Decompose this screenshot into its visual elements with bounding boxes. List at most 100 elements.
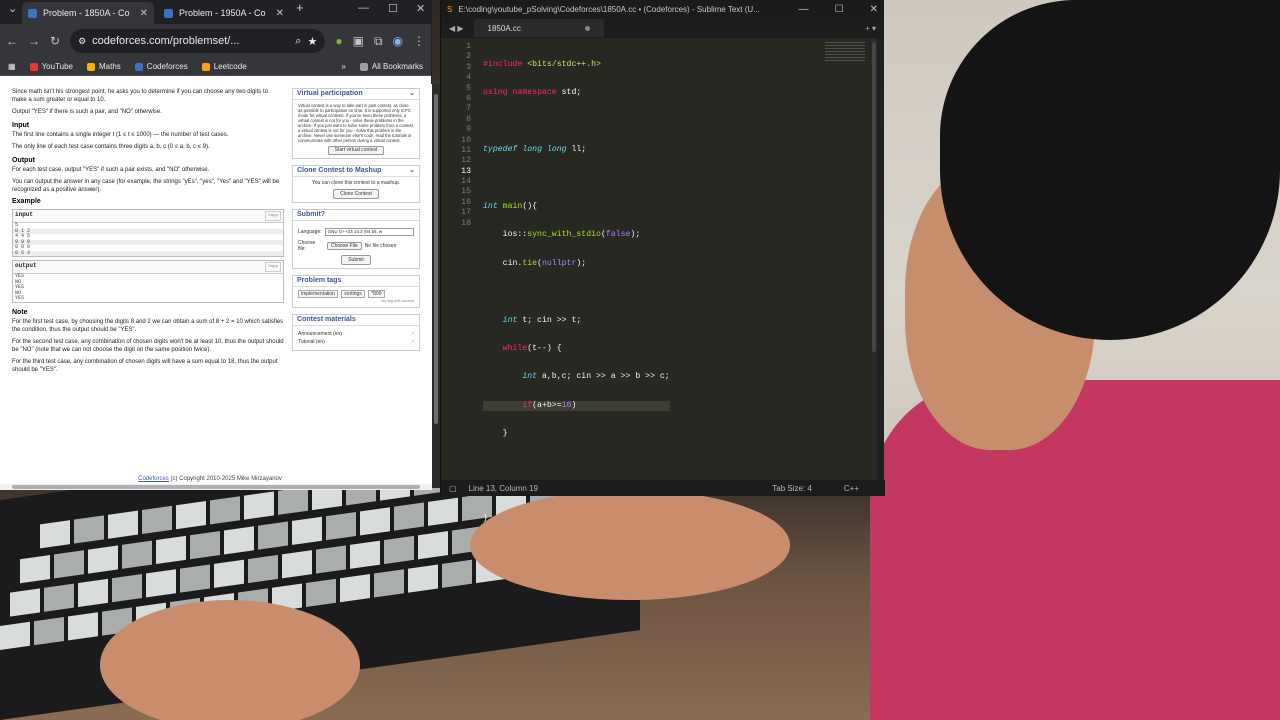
language-select[interactable]: GNU G++23 14.2 (64 bit, w [324,228,414,236]
bookmark-maths[interactable]: Maths [87,62,121,71]
menu-icon[interactable]: ⋮ [413,34,425,48]
reload-icon[interactable]: ↻ [50,34,60,48]
syntax-selector[interactable]: C++ [844,484,859,493]
statement-text: Since math isn't his strongest point, he… [12,89,268,103]
input-label: input [15,211,34,218]
clone-text: You can clone this contest to a mashup. [311,180,401,186]
scroll-thumb[interactable] [434,94,438,424]
address-bar[interactable]: ⚙ codeforces.com/problemset/... ⌕ ★ [70,29,326,53]
choose-file-button[interactable]: Choose File [327,242,362,250]
code-line: ios::sync_with_stdio(false); [483,230,641,240]
close-icon: × [411,339,414,345]
collapse-icon[interactable]: ⌄ [409,167,415,174]
extension-icon[interactable]: ● [335,34,342,48]
horizontal-scrollbar[interactable] [0,484,432,490]
new-tab-icon[interactable]: + [296,0,304,15]
line-numbers: 1 2 3 4 5 6 7 8 9 10 11 12 13 14 15 16 1… [441,42,471,229]
material-link[interactable]: Announcement (en) [298,331,342,337]
sublime-logo-icon: S [447,4,453,14]
panel-toggle-icon[interactable]: ▢ [449,484,457,493]
vertical-scrollbar[interactable] [432,84,440,488]
site-info-icon[interactable]: ⚙ [78,36,86,47]
editor-window: S E:\coding\youtube_pSolving\Codeforces\… [440,0,885,523]
tab-search-icon[interactable]: ⌄ [8,2,17,15]
code-line: } [483,429,508,439]
line-number: 15 [461,187,471,197]
browser-window: ⌄ Problem - 1850A - Co ✕ Problem - 1950A… [0,0,432,490]
line-number: 6 [466,93,471,103]
tab-menu-icon[interactable]: + ▾ [865,24,876,33]
minimize-icon[interactable]: — [358,2,369,14]
code-line: int main(){ [483,201,538,211]
bookmark-label: YouTube [41,62,73,71]
tag-sortings[interactable]: sortings [341,290,365,298]
material-item[interactable]: Announcement (en) × [298,331,414,337]
line-number: 1 [466,42,471,51]
profile-icon[interactable]: ◉ [393,34,403,48]
close-tab-icon[interactable]: ✕ [140,8,148,19]
window-title: E:\coding\youtube_pSolving\Codeforces\18… [458,4,760,14]
codeforces-favicon-icon [28,8,37,18]
minimize-icon[interactable]: — [799,4,809,15]
more-bookmarks-icon[interactable]: » [341,62,345,71]
zoom-icon[interactable]: ⌕ [295,35,301,48]
virtual-participation-box: Virtual participation ⌄ Virtual contest i… [292,88,420,159]
maximize-icon[interactable]: ☐ [835,4,844,15]
scroll-thumb[interactable] [12,485,420,489]
extensions-puzzle-icon[interactable]: ⧉ [374,34,383,49]
code-line: int t; cin >> t; [502,315,582,325]
apps-icon[interactable]: ▦ [8,62,16,71]
tab-1850a[interactable]: Problem - 1850A - Co ✕ [22,2,154,24]
start-virtual-button[interactable]: Start virtual contest [327,146,385,155]
line-number: 13 [461,166,471,176]
bookmark-codeforces[interactable]: Codeforces [134,62,188,71]
tab-1850a-cc[interactable]: 1850A.cc [473,19,604,37]
copy-output-button[interactable]: Copy [265,262,281,272]
page-footer: Codeforces (c) Copyright 2010-2025 Mike … [0,476,420,482]
close-window-icon[interactable]: ✕ [416,2,425,15]
back-icon[interactable]: ← [6,34,18,48]
minimap[interactable] [825,42,865,62]
youtube-icon [29,62,38,71]
virtual-text: Virtual contest is a way to take part in… [298,103,414,143]
code-editor[interactable]: 1 2 3 4 5 6 7 8 9 10 11 12 13 14 15 16 1… [441,38,877,523]
clone-contest-box: Clone Contest to Mashup ⌄ You can clone t… [292,165,420,203]
tag-implementation[interactable]: implementation [298,290,338,298]
codeforces-footer-link[interactable]: Codeforces [138,476,169,482]
tab-nav-icon[interactable]: ◀ ▶ [449,24,464,33]
bookmarks-bar: ▦ YouTube Maths Codeforces Leetcode » Al… [0,58,431,76]
note-text: For the first test case, by choosing the… [12,318,284,333]
material-item[interactable]: Tutorial (en) × [298,339,414,345]
bookmark-star-icon[interactable]: ★ [307,35,317,48]
input-spec: The only line of each test case contains… [12,144,210,150]
unsaved-dot-icon[interactable] [584,25,590,31]
left-hand-image [100,600,360,720]
maximize-icon[interactable]: ☐ [388,2,398,15]
problem-statement: Since math isn't his strongest point, he… [12,88,284,378]
forward-icon[interactable]: → [28,34,40,48]
close-tab-icon[interactable]: ✕ [276,8,284,19]
code-line: typedef long long ll; [483,145,587,155]
scroll-thumb[interactable] [872,42,876,352]
line-number: 7 [466,104,471,114]
close-window-icon[interactable]: ✕ [870,4,878,15]
material-link[interactable]: Tutorial (en) [298,339,325,345]
tab-1950a[interactable]: Problem - 1950A - Co ✕ [158,2,290,24]
all-bookmarks[interactable]: All Bookmarks [359,62,423,71]
editor-scrollbar[interactable] [871,38,877,480]
output-heading: Output [12,157,35,164]
collapse-icon[interactable]: ⌄ [409,90,415,97]
copy-input-button[interactable]: Copy [265,211,281,221]
clone-contest-button[interactable]: Clone Contest [333,189,379,199]
tab-size[interactable]: Tab Size: 4 [772,484,812,493]
extension-icon[interactable]: ▣ [353,34,364,48]
submit-button[interactable]: Submit [341,255,371,265]
contest-materials-box: Contest materials Announcement (en) × Tut… [292,314,420,351]
line-number: 12 [461,156,471,166]
bookmark-leetcode[interactable]: Leetcode [201,62,247,71]
bookmark-youtube[interactable]: YouTube [29,62,73,71]
no-file-text: No file chosen [364,243,397,249]
tag-difficulty[interactable]: *800 [368,290,385,298]
